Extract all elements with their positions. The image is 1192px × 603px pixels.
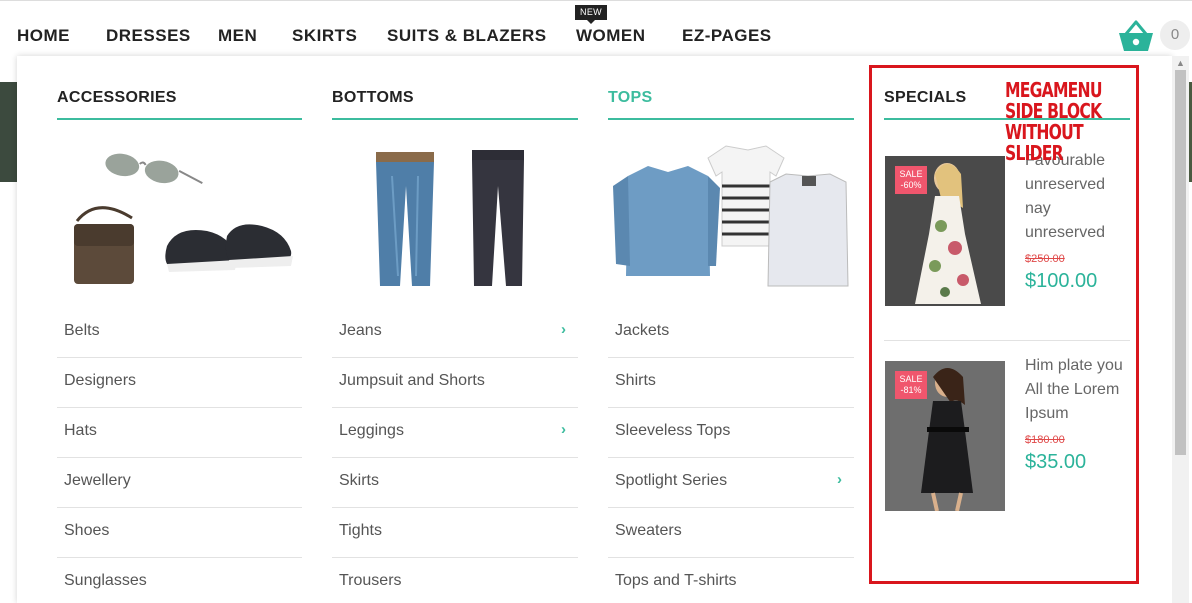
annotation-text: MEGAMENU SIDE BLOCK WITHOUT SLIDER [1005, 78, 1103, 165]
menu-link-shirts[interactable]: Shirts [608, 358, 854, 408]
column-title-tops[interactable]: TOPS [608, 89, 652, 107]
menu-link-label: Shoes [64, 522, 110, 539]
main-navigation: HOME DRESSES MEN SKIRTS SUITS & BLAZERS … [0, 0, 1192, 56]
menu-link-jackets[interactable]: Jackets [608, 308, 854, 358]
menu-link-belts[interactable]: Belts [57, 308, 302, 358]
menu-link-label: Skirts [339, 472, 379, 489]
column-rule [332, 118, 578, 120]
menu-link-leggings[interactable]: Leggings › [332, 408, 578, 458]
scrollbar-thumb[interactable] [1175, 70, 1186, 455]
chevron-right-icon: › [561, 421, 566, 438]
menu-link-skirts[interactable]: Skirts [332, 458, 578, 508]
basket-icon[interactable] [1118, 20, 1154, 52]
menu-link-designers[interactable]: Designers [57, 358, 302, 408]
menu-link-hats[interactable]: Hats [57, 408, 302, 458]
menu-link-label: Sunglasses [64, 572, 147, 589]
annotation-line: MEGAMENU [1005, 78, 1103, 102]
annotation-line: SLIDER [1005, 141, 1064, 165]
menu-link-label: Jackets [615, 322, 670, 339]
menu-link-tops-tshirts[interactable]: Tops and T-shirts [608, 558, 854, 603]
accessories-image [74, 153, 293, 284]
column-rule [608, 118, 854, 120]
menu-link-label: Spotlight Series [615, 472, 728, 489]
menu-link-sweaters[interactable]: Sweaters [608, 508, 854, 558]
menu-link-label: Belts [64, 322, 100, 339]
menu-link-label: Sweaters [615, 522, 682, 539]
column-rule [57, 118, 302, 120]
menu-link-sunglasses[interactable]: Sunglasses [57, 558, 302, 603]
menu-link-jumpsuit-shorts[interactable]: Jumpsuit and Shorts [332, 358, 578, 408]
nav-women[interactable]: WOMEN [576, 26, 646, 46]
menu-link-label: Trousers [339, 572, 402, 589]
menu-link-sleeveless-tops[interactable]: Sleeveless Tops [608, 408, 854, 458]
nav-suits-blazers[interactable]: SUITS & BLAZERS [387, 26, 547, 46]
menu-link-label: Hats [64, 422, 97, 439]
menu-link-trousers[interactable]: Trousers [332, 558, 578, 603]
menu-link-jewellery[interactable]: Jewellery [57, 458, 302, 508]
menu-link-label: Designers [64, 372, 137, 389]
nav-skirts[interactable]: SKIRTS [292, 26, 357, 46]
annotation-line: SIDE BLOCK [1005, 99, 1102, 123]
menu-link-label: Tights [339, 522, 382, 539]
menu-link-tights[interactable]: Tights [332, 508, 578, 558]
menu-link-label: Shirts [615, 372, 656, 389]
annotation-line: WITHOUT [1005, 120, 1084, 144]
nav-home[interactable]: HOME [17, 26, 70, 46]
nav-ez-pages[interactable]: EZ-PAGES [682, 26, 772, 46]
column-title-accessories[interactable]: ACCESSORIES [57, 89, 177, 107]
menu-link-jeans[interactable]: Jeans › [332, 308, 578, 358]
new-badge: NEW [575, 5, 607, 24]
chevron-right-icon: › [561, 321, 566, 338]
column-title-bottoms[interactable]: BOTTOMS [332, 89, 414, 107]
menu-link-label: Tops and T-shirts [615, 572, 737, 589]
nav-men[interactable]: MEN [218, 26, 257, 46]
nav-dresses[interactable]: DRESSES [106, 26, 191, 46]
cart-count-badge[interactable]: 0 [1160, 20, 1190, 50]
tops-image [613, 145, 849, 287]
background-banner-left [0, 82, 17, 182]
menu-link-label: Jewellery [64, 472, 131, 489]
bottoms-image [376, 150, 524, 286]
chevron-right-icon: › [837, 471, 842, 488]
menu-link-label: Jumpsuit and Shorts [339, 372, 485, 389]
menu-link-label: Sleeveless Tops [615, 422, 731, 439]
menu-link-label: Jeans [339, 322, 382, 339]
scroll-up-arrow-icon[interactable]: ▲ [1176, 58, 1185, 68]
menu-link-shoes[interactable]: Shoes [57, 508, 302, 558]
menu-link-spotlight-series[interactable]: Spotlight Series › [608, 458, 854, 508]
menu-link-label: Leggings [339, 422, 404, 439]
